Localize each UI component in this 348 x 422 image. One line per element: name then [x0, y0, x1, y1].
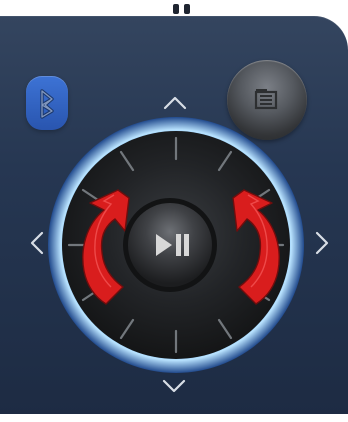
rotate-clockwise-icon: [232, 189, 280, 305]
rotate-clockwise-button[interactable]: [226, 186, 298, 308]
hardware-slot-left: [173, 4, 179, 14]
chevron-right-icon: [315, 231, 329, 255]
bottom-edge: [0, 414, 348, 422]
menu-icon: [254, 89, 278, 110]
play-pause-graphic: [123, 198, 217, 292]
top-hardware-slots: [173, 0, 196, 15]
remote-control-screen: [0, 0, 348, 422]
play-pause-button[interactable]: [120, 195, 220, 295]
hardware-slot-right: [184, 4, 190, 14]
right-button[interactable]: [307, 228, 337, 258]
